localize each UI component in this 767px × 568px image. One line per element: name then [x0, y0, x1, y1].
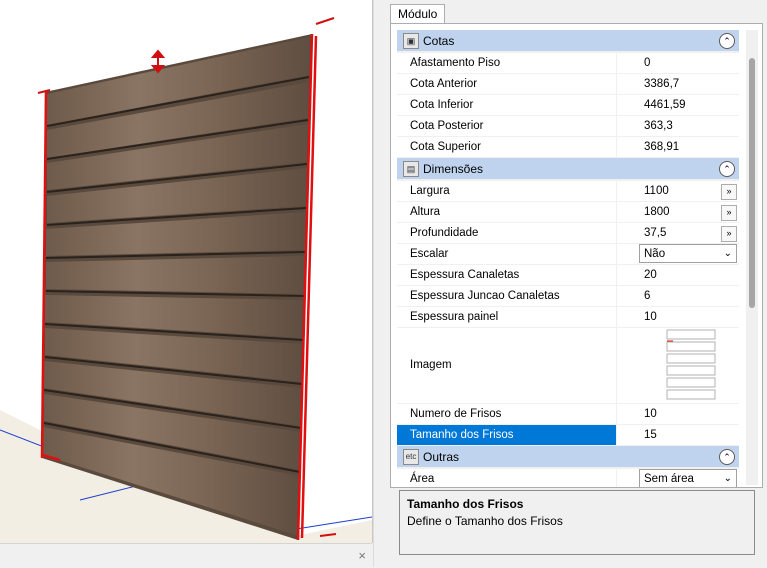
property-row[interactable]: Área Sem área ⌄ [397, 469, 739, 487]
help-title: Tamanho dos Frisos [407, 497, 524, 511]
property-row[interactable]: Espessura Juncao Canaletas 6 [397, 286, 739, 307]
property-value[interactable]: 0 [639, 53, 739, 73]
frisos-thumbnail [666, 329, 716, 400]
property-row[interactable]: Cota Inferior 4461,59 [397, 95, 739, 116]
etc-icon: etc [403, 449, 419, 465]
property-value[interactable]: 15 [639, 425, 739, 445]
help-description: Define o Tamanho dos Frisos [407, 514, 563, 528]
close-icon[interactable]: × [358, 548, 366, 563]
dropdown-value: Sem área [644, 473, 694, 485]
property-row[interactable]: Escalar Não ⌄ [397, 244, 739, 265]
property-row[interactable]: Profundidade 37,5» [397, 223, 739, 244]
property-grid-frame: ▣ Cotas ⌃ Afastamento Piso 0 Cota Anterio… [390, 23, 763, 488]
property-label: Escalar [397, 244, 617, 264]
property-label: Imagem [397, 328, 617, 403]
property-row[interactable]: Imagem [397, 328, 739, 404]
ellipsis-button[interactable]: » [721, 184, 737, 200]
property-value[interactable]: 363,3 [639, 116, 739, 136]
area-dropdown[interactable]: Sem área ⌄ [639, 469, 737, 487]
property-row[interactable]: Largura 1100» [397, 181, 739, 202]
property-row[interactable]: Cota Superior 368,91 [397, 137, 739, 158]
viewport-status-strip: × [0, 543, 372, 568]
property-label: Cota Posterior [397, 116, 617, 136]
property-row[interactable]: Afastamento Piso 0 [397, 53, 739, 74]
3d-viewport[interactable] [0, 0, 373, 543]
resize-arrow-icon[interactable] [150, 49, 166, 74]
ellipsis-button[interactable]: » [721, 205, 737, 221]
property-label: Altura [397, 202, 617, 222]
property-label: Afastamento Piso [397, 53, 617, 73]
escalar-dropdown[interactable]: Não ⌄ [639, 244, 737, 263]
property-label: Largura [397, 181, 617, 201]
chevron-down-icon: ⌄ [723, 248, 732, 259]
property-label: Cota Inferior [397, 95, 617, 115]
property-value[interactable]: 10 [639, 307, 739, 327]
category-cotas[interactable]: ▣ Cotas ⌃ [397, 30, 739, 53]
property-label: Espessura painel [397, 307, 617, 327]
property-label: Espessura Juncao Canaletas [397, 286, 617, 306]
collapse-icon[interactable]: ⌃ [719, 161, 735, 177]
property-row-selected[interactable]: Tamanho dos Frisos 15 [397, 425, 739, 446]
property-value[interactable]: 3386,7 [639, 74, 739, 94]
dropdown-value: Não [644, 248, 666, 260]
category-label: Outras [423, 450, 460, 464]
property-row[interactable]: Cota Posterior 363,3 [397, 116, 739, 137]
property-grid: ▣ Cotas ⌃ Afastamento Piso 0 Cota Anterio… [397, 30, 739, 487]
tab-modulo[interactable]: Módulo [390, 4, 446, 24]
property-row[interactable]: Altura 1800» [397, 202, 739, 223]
property-row[interactable]: Cota Anterior 3386,7 [397, 74, 739, 95]
panel-splitter[interactable] [373, 0, 387, 567]
frisos-slats [43, 37, 310, 536]
property-row[interactable]: Espessura Canaletas 20 [397, 265, 739, 286]
property-value[interactable]: 4461,59 [639, 95, 739, 115]
property-label: Área [397, 469, 617, 487]
vertical-scrollbar[interactable] [746, 30, 758, 485]
property-value[interactable]: 20 [639, 265, 739, 285]
property-value[interactable]: 6 [639, 286, 739, 306]
category-dimensoes[interactable]: ▤ Dimensões ⌃ [397, 158, 739, 181]
property-label: Espessura Canaletas [397, 265, 617, 285]
property-label: Profundidade [397, 223, 617, 243]
ruler-icon: ▤ [403, 161, 419, 177]
ellipsis-button[interactable]: » [721, 226, 737, 242]
chevron-down-icon: ⌄ [723, 473, 732, 484]
property-value[interactable]: 10 [639, 404, 739, 424]
collapse-icon[interactable]: ⌃ [719, 33, 735, 49]
properties-panel: Módulo ▣ Cotas ⌃ Afastamento Piso 0 Cota … [386, 0, 767, 567]
description-pane: Tamanho dos Frisos Define o Tamanho dos … [399, 490, 755, 555]
category-label: Dimensões [423, 162, 484, 176]
dimension-icon: ▣ [403, 33, 419, 49]
scene-canvas[interactable] [0, 0, 372, 543]
category-outras[interactable]: etc Outras ⌃ [397, 446, 739, 469]
property-value[interactable]: 368,91 [639, 137, 739, 157]
property-label: Tamanho dos Frisos [397, 425, 617, 445]
category-label: Cotas [423, 34, 455, 48]
property-row[interactable]: Espessura painel 10 [397, 307, 739, 328]
property-label: Cota Anterior [397, 74, 617, 94]
collapse-icon[interactable]: ⌃ [719, 449, 735, 465]
image-preview[interactable] [639, 328, 739, 403]
property-row[interactable]: Numero de Frisos 10 [397, 404, 739, 425]
property-label: Cota Superior [397, 137, 617, 157]
property-label: Numero de Frisos [397, 404, 617, 424]
scrollbar-thumb[interactable] [749, 58, 755, 308]
